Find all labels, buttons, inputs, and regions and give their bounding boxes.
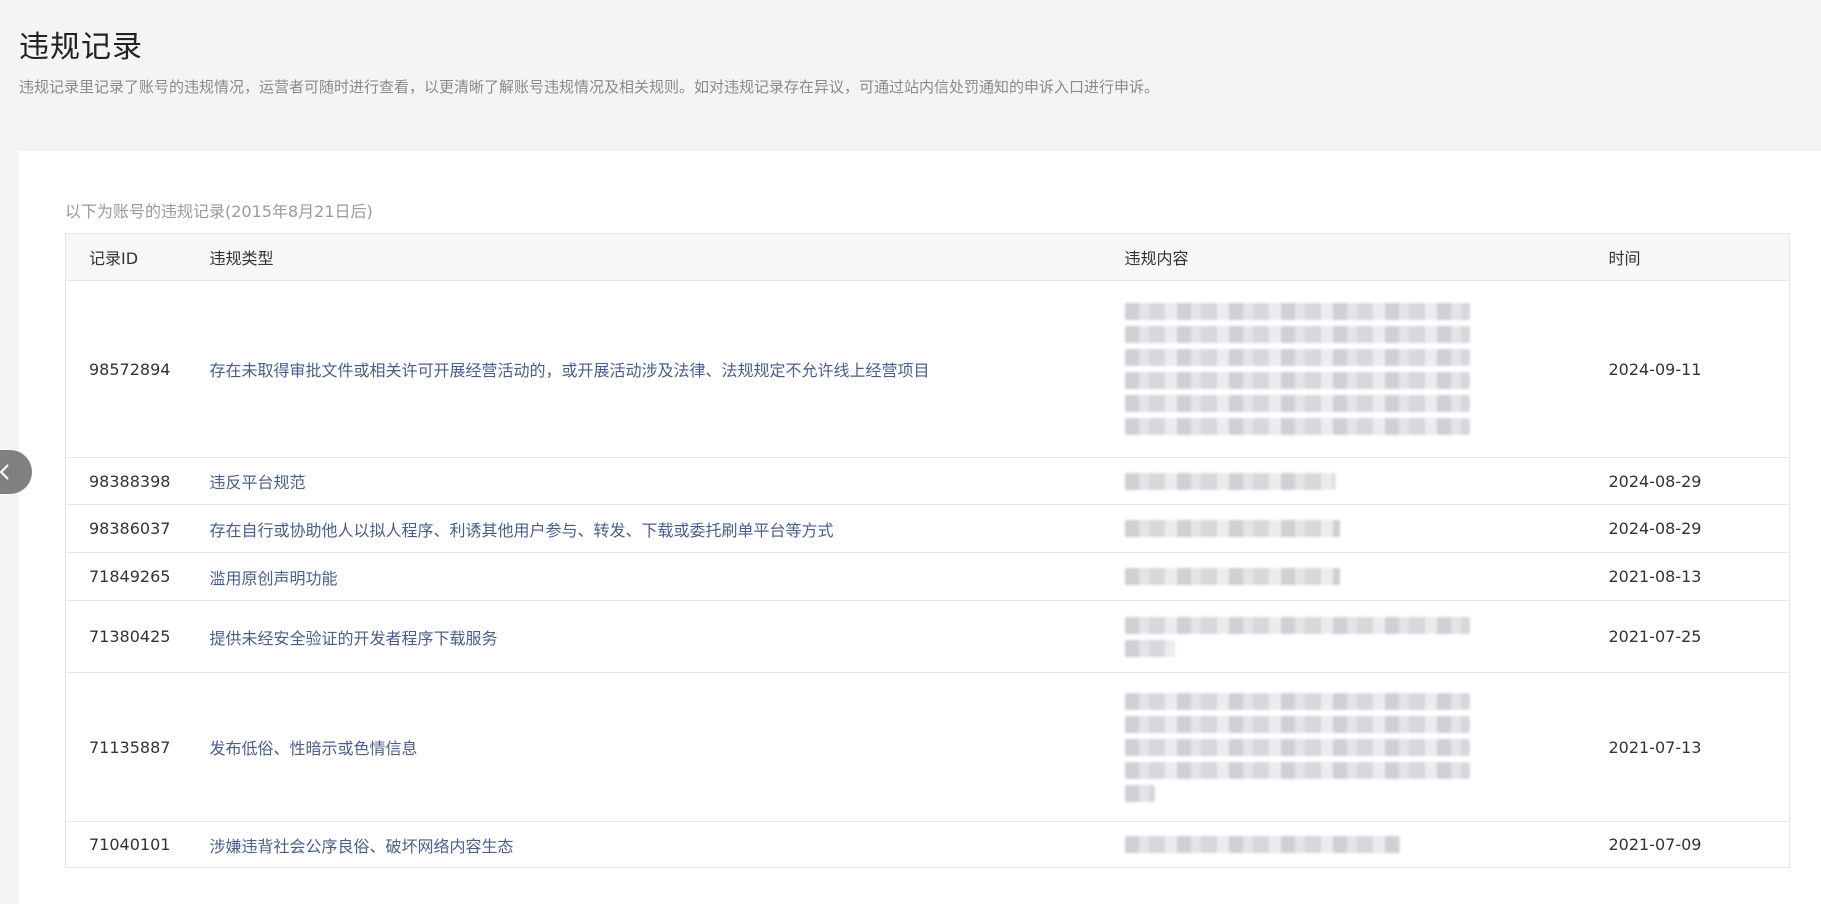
violation-content-blurred	[1124, 280, 1607, 458]
table-row: 71380425 提供未经安全验证的开发者程序下载服务 2021-07-25	[65, 600, 1790, 673]
record-time: 2024-08-29	[1606, 457, 1790, 505]
header-time: 时间	[1606, 233, 1790, 281]
header-violation-content: 违规内容	[1124, 233, 1607, 281]
table-row: 71135887 发布低俗、性暗示或色情信息 2021-07-13	[65, 672, 1790, 822]
page-title: 违规记录	[19, 30, 143, 66]
record-id: 71135887	[65, 672, 210, 822]
violation-type-link[interactable]: 提供未经安全验证的开发者程序下载服务	[210, 629, 498, 648]
table-row: 71040101 涉嫌违背社会公序良俗、破坏网络内容生态 2021-07-09	[65, 821, 1790, 868]
violation-content-blurred	[1124, 600, 1607, 673]
violation-content-blurred	[1124, 552, 1607, 601]
chevron-left-icon	[0, 464, 9, 480]
record-time: 2024-08-29	[1606, 504, 1790, 553]
record-time: 2024-09-11	[1606, 280, 1790, 458]
header-violation-type: 违规类型	[209, 233, 1125, 281]
table-row: 98572894 存在未取得审批文件或相关许可开展经营活动的，或开展活动涉及法律…	[65, 280, 1790, 458]
record-time: 2021-07-09	[1606, 821, 1790, 868]
record-id: 71040101	[65, 821, 210, 868]
table-row: 71849265 滥用原创声明功能 2021-08-13	[65, 552, 1790, 601]
record-id: 98386037	[65, 504, 210, 553]
record-id: 98572894	[65, 280, 210, 458]
record-id: 71849265	[65, 552, 210, 601]
record-time: 2021-07-13	[1606, 672, 1790, 822]
violation-content-blurred	[1124, 457, 1607, 505]
violation-type-link[interactable]: 存在自行或协助他人以拟人程序、利诱其他用户参与、转发、下载或委托刷单平台等方式	[210, 521, 834, 540]
violation-type-link[interactable]: 滥用原创声明功能	[210, 569, 338, 588]
record-id: 71380425	[65, 600, 210, 673]
violation-type-link[interactable]: 违反平台规范	[210, 473, 306, 492]
record-id: 98388398	[65, 457, 210, 505]
violation-content-blurred	[1124, 504, 1607, 553]
violation-records-table: 记录ID 违规类型 违规内容 时间 98572894 存在未取得审批文件或相关许…	[65, 233, 1790, 868]
record-time: 2021-07-25	[1606, 600, 1790, 673]
violation-type-link[interactable]: 涉嫌违背社会公序良俗、破坏网络内容生态	[210, 837, 514, 856]
table-header-row: 记录ID 违规类型 违规内容 时间	[65, 233, 1790, 281]
page-description: 违规记录里记录了账号的违规情况，运营者可随时进行查看，以更清晰了解账号违规情况及…	[19, 78, 1160, 96]
violation-type-link[interactable]: 存在未取得审批文件或相关许可开展经营活动的，或开展活动涉及法律、法规规定不允许线…	[210, 361, 930, 380]
violation-content-blurred	[1124, 821, 1607, 868]
table-row: 98386037 存在自行或协助他人以拟人程序、利诱其他用户参与、转发、下载或委…	[65, 504, 1790, 553]
table-row: 98388398 违反平台规范 2024-08-29	[65, 457, 1790, 505]
records-card: 以下为账号的违规记录(2015年8月21日后) 记录ID 违规类型 违规内容 时…	[19, 151, 1821, 904]
header-record-id: 记录ID	[65, 233, 210, 281]
record-time: 2021-08-13	[1606, 552, 1790, 601]
violation-content-blurred	[1124, 672, 1607, 822]
section-caption: 以下为账号的违规记录(2015年8月21日后)	[65, 202, 373, 221]
violation-type-link[interactable]: 发布低俗、性暗示或色情信息	[210, 739, 418, 758]
